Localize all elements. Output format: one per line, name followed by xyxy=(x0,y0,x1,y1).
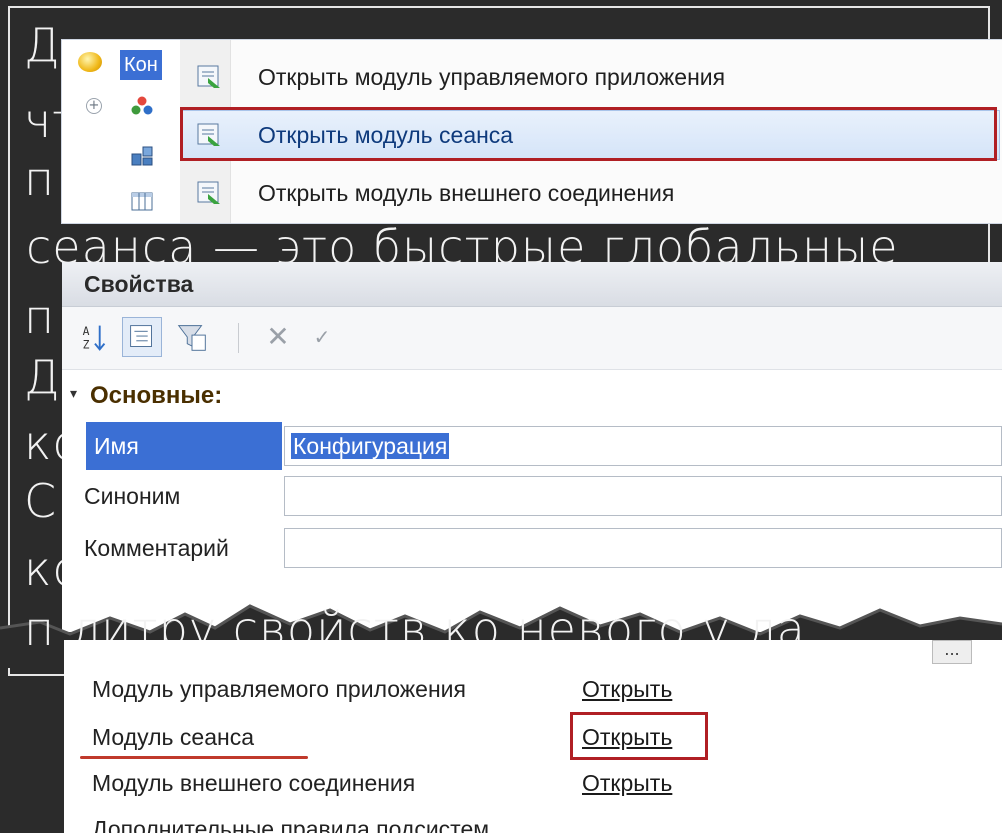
highlight-box-session-link xyxy=(570,712,708,760)
synonym-field[interactable] xyxy=(284,476,1002,516)
configuration-icon xyxy=(78,52,102,72)
filter-icon[interactable] xyxy=(172,317,212,357)
expand-icon[interactable]: + xyxy=(86,98,102,114)
slide-text-line-1: Д xyxy=(24,18,61,72)
name-field[interactable]: Конфигурация xyxy=(284,426,1002,466)
properties-panel: Свойства A Z ✕ ✓ ▾ Основные: Имя Конфигу… xyxy=(62,262,1002,632)
property-row-comment: Комментарий xyxy=(62,524,1002,572)
svg-text:A: A xyxy=(83,324,90,338)
open-external-connection-module-link[interactable]: Открыть xyxy=(582,770,672,797)
module-label-partial: Дополнительные правила подсистем xyxy=(92,816,490,833)
open-managed-app-module-link[interactable]: Открыть xyxy=(582,676,672,703)
slide-text-line-5: п xyxy=(24,290,56,344)
configuration-tree: Кон + xyxy=(62,40,181,223)
context-menu-window: Кон + Открыть модуль управляемого прилож… xyxy=(62,40,1002,223)
subsystems-icon xyxy=(131,146,153,166)
properties-title: Свойства xyxy=(84,271,194,297)
property-label: Синоним xyxy=(84,483,181,509)
module-icon xyxy=(197,181,220,204)
modules-panel: ... Модуль управляемого приложения Откры… xyxy=(64,640,1002,833)
svg-text:Z: Z xyxy=(83,337,90,351)
module-icon xyxy=(197,123,220,146)
comment-field[interactable] xyxy=(284,528,1002,568)
slide-text-line-8: С xyxy=(24,474,58,528)
close-icon[interactable]: ✕ xyxy=(258,317,298,357)
group-label: Основные: xyxy=(90,382,223,409)
check-icon[interactable]: ✓ xyxy=(302,317,342,357)
menu-item-open-external-connection-module[interactable]: Открыть модуль внешнего соединения xyxy=(182,168,1000,218)
menu-item-open-session-module[interactable]: Открыть модуль сеанса xyxy=(182,110,1000,160)
slide-text-line-3: п xyxy=(24,152,56,206)
table-icon xyxy=(131,192,153,211)
categorized-view-icon[interactable] xyxy=(122,317,162,357)
toolbar-separator xyxy=(238,323,239,353)
menu-item-label: Открыть модуль внешнего соединения xyxy=(258,180,675,206)
menu-item-open-managed-app-module[interactable]: Открыть модуль управляемого приложения xyxy=(182,52,1000,102)
module-label: Модуль управляемого приложения xyxy=(92,676,466,702)
properties-title-bar: Свойства xyxy=(62,262,1002,307)
module-label: Модуль сеанса xyxy=(92,724,254,750)
module-label: Модуль внешнего соединения xyxy=(92,770,416,796)
more-button[interactable]: ... xyxy=(932,640,972,664)
menu-item-label: Открыть модуль сеанса xyxy=(258,122,514,148)
property-label: Комментарий xyxy=(84,535,229,561)
tree-root-item[interactable]: Кон xyxy=(120,50,162,80)
property-label: Имя xyxy=(86,422,282,470)
collapse-icon[interactable]: ▾ xyxy=(70,386,77,402)
session-module-underline xyxy=(80,756,308,759)
property-row-name: Имя Конфигурация xyxy=(62,422,1002,470)
name-field-value: Конфигурация xyxy=(291,433,450,459)
sort-alphabetical-icon[interactable]: A Z xyxy=(74,317,114,357)
common-objects-icon xyxy=(131,96,153,115)
slide-text-line-6: Д xyxy=(24,350,61,404)
module-icon xyxy=(197,65,220,88)
property-row-synonym: Синоним xyxy=(62,472,1002,520)
properties-toolbar: A Z ✕ ✓ xyxy=(62,307,1002,370)
menu-item-label: Открыть модуль управляемого приложения xyxy=(258,64,726,90)
